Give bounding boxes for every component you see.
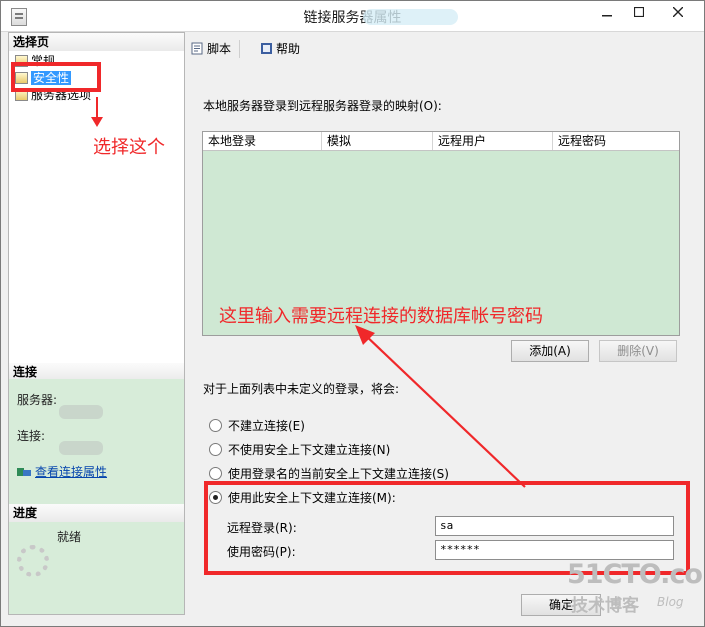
watermark-subtitle: 技术博客 <box>571 596 639 616</box>
help-icon <box>261 43 272 54</box>
column-header-remote-user[interactable]: 远程用户 <box>433 132 553 150</box>
column-header-impersonate[interactable]: 模拟 <box>322 132 433 150</box>
minimize-button[interactable] <box>591 1 623 23</box>
script-button[interactable]: 脚本 <box>191 40 231 58</box>
blurred-server-name <box>363 9 458 25</box>
title-bar: 链接服务器属性 <box>1 1 704 32</box>
radio-icon <box>209 443 222 456</box>
annotation-select-this: 选择这个 <box>93 137 165 158</box>
maximize-button[interactable] <box>623 1 655 23</box>
progress-status: 就绪 <box>57 530 82 544</box>
maximize-icon <box>634 7 644 17</box>
radio-icon <box>209 419 222 432</box>
annotation-diagonal-arrow-icon <box>355 325 526 488</box>
connection-label: 连接: <box>17 429 46 443</box>
annotation-box-security <box>11 62 101 92</box>
remove-button[interactable]: 删除(V) <box>599 340 677 362</box>
mapping-label: 本地服务器登录到远程服务器登录的映射(O): <box>203 99 442 113</box>
annotation-arrow-down-icon <box>91 97 103 127</box>
column-header-remote-password[interactable]: 远程密码 <box>553 132 679 150</box>
server-label: 服务器: <box>17 393 58 407</box>
connection-properties-icon <box>17 468 31 476</box>
blurred-server-value <box>59 405 103 419</box>
radio-no-connection[interactable]: 不建立连接(E) <box>209 417 305 435</box>
progress-header: 进度 <box>9 504 184 522</box>
pages-header: 选择页 <box>9 33 184 51</box>
view-connection-properties-link[interactable]: 查看连接属性 <box>17 463 107 480</box>
blurred-connection-value <box>59 441 103 455</box>
close-icon <box>673 7 683 17</box>
watermark-blog: Blog <box>657 595 684 609</box>
close-button[interactable] <box>655 1 701 23</box>
progress-spinner-icon <box>17 545 49 577</box>
minimize-icon <box>602 15 612 17</box>
script-icon <box>191 42 203 55</box>
grid-header: 本地登录 模拟 远程用户 远程密码 <box>203 132 679 151</box>
linked-server-properties-window: 链接服务器属性 选择页 常规 安全性 服务器选项 连接 服务器: 连接: 查看连… <box>0 0 705 627</box>
column-header-local-login[interactable]: 本地登录 <box>203 132 322 150</box>
radio-icon <box>209 467 222 480</box>
watermark-site: 51CTO.com <box>567 559 704 590</box>
help-button[interactable]: 帮助 <box>239 40 300 58</box>
toolbar: 脚本 帮助 <box>187 36 697 62</box>
